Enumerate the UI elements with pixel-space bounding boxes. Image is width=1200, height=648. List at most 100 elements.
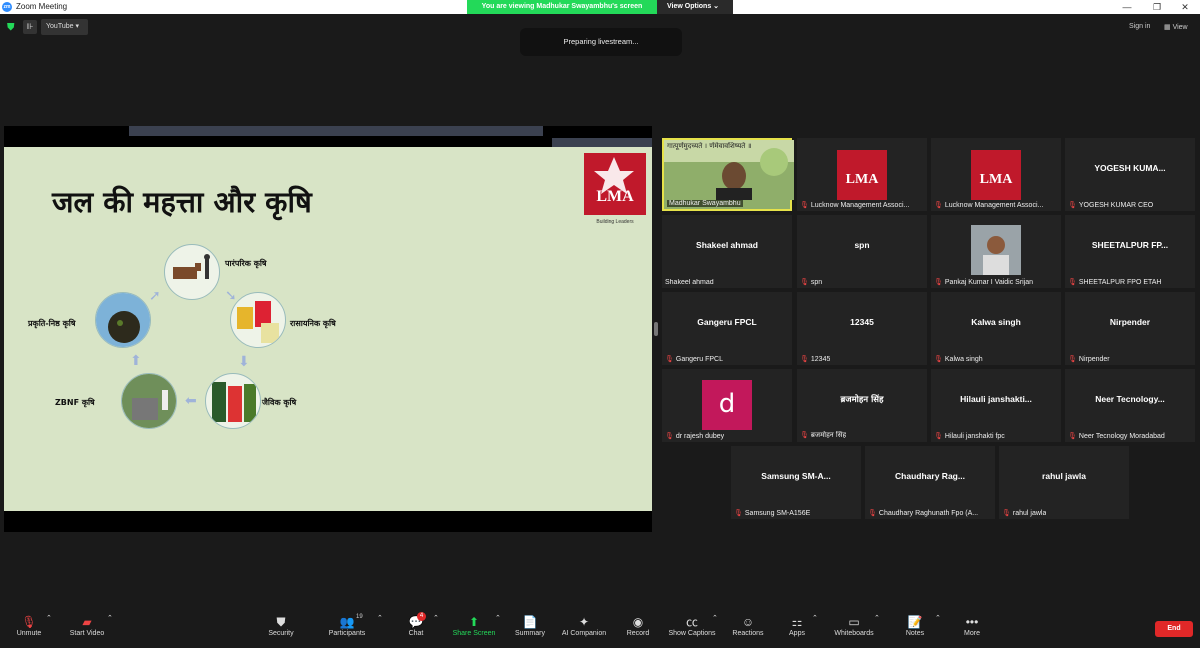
mic-muted-icon: 🎙 xyxy=(934,356,943,363)
participant-label-text: Kalwa singh xyxy=(944,356,983,363)
notes-chevron-icon[interactable]: ⌃ xyxy=(935,614,941,622)
participant-label-text: Chaudhary Raghunath Fpo (A... xyxy=(878,510,979,517)
start-video-label: Start Video xyxy=(69,630,105,637)
mic-muted-icon: 🎙 xyxy=(21,615,37,629)
ai-sparkle-icon: ✦ xyxy=(578,615,590,629)
viewing-screen-message: You are viewing Madhukar Swayambhu's scr… xyxy=(467,0,657,14)
participant-tile-gangeru[interactable]: Gangeru FPCL 🎙 Gangeru FPCL xyxy=(662,292,792,365)
reactions-label: Reactions xyxy=(732,630,764,637)
mic-muted-icon: 🎙 xyxy=(1002,510,1011,517)
participant-tile-rajesh[interactable]: d 🎙 dr rajesh dubey xyxy=(662,369,792,442)
mic-muted-icon: 🎙 xyxy=(1068,202,1077,209)
participant-label: 🎙 ब्रजमोहन सिंह xyxy=(800,431,846,440)
participant-photo xyxy=(971,225,1021,275)
connection-signal-icon[interactable]: ⊪ xyxy=(23,20,37,34)
audio-options-chevron-icon[interactable]: ⌃ xyxy=(46,614,52,622)
participant-tile-madhukar[interactable]: गात्पूर्णमुदच्यते । र्णमेवावशिष्यते ॥ Ma… xyxy=(662,138,794,211)
participant-tile-yogesh[interactable]: YOGESH KUMA... 🎙 YOGESH KUMAR CEO xyxy=(1065,138,1195,211)
participant-tile-brajmohan[interactable]: ब्रजमोहन सिंह 🎙 ब्रजमोहन सिंह xyxy=(797,369,927,442)
share-banner: You are viewing Madhukar Swayambhu's scr… xyxy=(467,0,733,14)
apps-chevron-icon[interactable]: ⌃ xyxy=(812,614,818,622)
ai-companion-button[interactable]: ✦ AI Companion xyxy=(559,614,609,637)
participant-tile-spn[interactable]: spn 🎙 spn xyxy=(797,215,927,288)
view-options-button[interactable]: View Options ⌄ xyxy=(657,0,733,14)
participant-label-text: spn xyxy=(810,279,823,286)
share-screen-button[interactable]: ⬆ Share Screen xyxy=(451,614,497,637)
zbnf-drum-icon xyxy=(122,374,176,428)
participant-tile-kalwa[interactable]: Kalwa singh 🎙 Kalwa singh xyxy=(931,292,1061,365)
participant-tile-nirpender[interactable]: Nirpender 🎙 Nirpender xyxy=(1065,292,1195,365)
participant-tile-samsung[interactable]: Samsung SM-A... 🎙 Samsung SM-A156E xyxy=(731,446,861,519)
record-icon: ◉ xyxy=(632,615,644,629)
participant-name: Neer Tecnology... xyxy=(1095,394,1165,404)
mic-muted-icon: 🎙 xyxy=(934,433,943,440)
chat-label: Chat xyxy=(408,630,424,637)
unmute-button[interactable]: 🎙 Unmute xyxy=(14,614,44,637)
traditional-farming-image xyxy=(164,244,220,300)
participant-label-text: Hilauli janshakti fpc xyxy=(944,433,1005,440)
share-chevron-icon[interactable]: ⌃ xyxy=(495,614,501,622)
youtube-livestream-button[interactable]: YouTube ▾ xyxy=(41,19,88,35)
chemical-farming-image xyxy=(230,292,286,348)
split-resize-handle[interactable] xyxy=(654,322,658,336)
video-off-icon: ▰ xyxy=(82,615,92,629)
maximize-icon[interactable]: ❐ xyxy=(1142,0,1172,14)
sign-in-link[interactable]: Sign in xyxy=(1129,23,1150,30)
participant-tile-pankaj[interactable]: 🎙 Pankaj Kumar I Vaidic Srijan xyxy=(931,215,1061,288)
show-captions-button[interactable]: ㏄ Show Captions xyxy=(667,614,717,637)
captions-chevron-icon[interactable]: ⌃ xyxy=(712,614,718,622)
participant-label-text: YOGESH KUMAR CEO xyxy=(1078,202,1154,209)
participant-tile-lma-1[interactable]: LMA 🎙 Lucknow Management Associ... xyxy=(797,138,927,211)
start-video-button[interactable]: ▰ Start Video xyxy=(66,614,108,637)
participant-label: 🎙 Hilauli janshakti fpc xyxy=(934,432,1005,440)
mic-muted-icon: 🎙 xyxy=(934,202,943,209)
close-icon[interactable]: ✕ xyxy=(1170,0,1200,14)
end-meeting-button[interactable]: End xyxy=(1155,621,1193,637)
mic-muted-icon: 🎙 xyxy=(665,433,674,440)
cycle-arrow-icon: ➚ xyxy=(149,287,161,303)
chat-button[interactable]: 💬 4 Chat xyxy=(405,612,427,637)
participant-name: rahul jawla xyxy=(1042,471,1086,481)
view-button[interactable]: ▦ View xyxy=(1164,23,1188,31)
security-button[interactable]: ⛊ Security xyxy=(266,614,296,637)
participant-tile-lma-2[interactable]: LMA 🎙 Lucknow Management Associ... xyxy=(931,138,1061,211)
livestream-status-toast: Preparing livestream... xyxy=(520,28,682,56)
participant-tile-hilauli[interactable]: Hilauli janshakti... 🎙 Hilauli janshakti … xyxy=(931,369,1061,442)
record-button[interactable]: ◉ Record xyxy=(625,614,651,637)
participant-label-text: Nirpender xyxy=(1078,356,1110,363)
participant-tile-chaudhary[interactable]: Chaudhary Rag... 🎙 Chaudhary Raghunath Fp… xyxy=(865,446,995,519)
participant-tile-neer[interactable]: Neer Tecnology... 🎙 Neer Tecnology Morada… xyxy=(1065,369,1195,442)
cycle-label-chemical: रासायनिक कृषि xyxy=(290,319,336,328)
participant-label: 🎙 YOGESH KUMAR CEO xyxy=(1068,201,1153,209)
participant-tile-sheetalpur[interactable]: SHEETALPUR FP... 🎙 SHEETALPUR FPO ETAH xyxy=(1065,215,1195,288)
reactions-button[interactable]: ☺ Reactions xyxy=(731,614,765,637)
ai-companion-label: AI Companion xyxy=(561,630,607,637)
mic-muted-icon: 🎙 xyxy=(734,510,743,517)
minimize-icon[interactable]: — xyxy=(1112,0,1142,14)
participant-tile-rahul[interactable]: rahul jawla 🎙 rahul jawla xyxy=(999,446,1129,519)
cycle-label-zbnf: ZBNF कृषि xyxy=(55,398,95,407)
whiteboards-button[interactable]: ▭ Whiteboards xyxy=(832,614,876,637)
participants-button[interactable]: 👥 19 Participants xyxy=(326,614,368,637)
participants-chevron-icon[interactable]: ⌃ xyxy=(377,614,383,622)
notes-button[interactable]: 📝 Notes xyxy=(903,614,927,637)
whiteboards-chevron-icon[interactable]: ⌃ xyxy=(874,614,880,622)
shared-screen: जल की महत्ता और कृषि LMA Building Leader… xyxy=(4,126,652,532)
security-shield-icon[interactable]: ⛊ xyxy=(7,22,17,33)
participants-label: Participants xyxy=(328,630,366,637)
chat-chevron-icon[interactable]: ⌃ xyxy=(433,614,439,622)
more-button[interactable]: ••• More xyxy=(961,614,983,637)
participant-label-text: Pankaj Kumar I Vaidic Srijan xyxy=(944,279,1034,286)
apps-button[interactable]: ⚏ Apps xyxy=(787,614,807,637)
meeting-toolbar: 🎙 Unmute ⌃ ▰ Start Video ⌃ ⛊ Security 👥 … xyxy=(0,610,1200,648)
unmute-label: Unmute xyxy=(16,630,42,637)
notes-icon: 📝 xyxy=(907,615,923,629)
summary-button[interactable]: 📄 Summary xyxy=(513,614,547,637)
video-options-chevron-icon[interactable]: ⌃ xyxy=(107,614,113,622)
cycle-arrow-icon: ⬆ xyxy=(130,352,142,368)
participant-label-text: Lucknow Management Associ... xyxy=(810,202,910,209)
chat-badge: 4 xyxy=(417,612,426,621)
participant-tile-shakeel[interactable]: Shakeel ahmad Shakeel ahmad xyxy=(662,215,792,288)
cycle-label-traditional: पारंपरिक कृषि xyxy=(225,259,267,268)
participant-tile-12345[interactable]: 12345 🎙 12345 xyxy=(797,292,927,365)
